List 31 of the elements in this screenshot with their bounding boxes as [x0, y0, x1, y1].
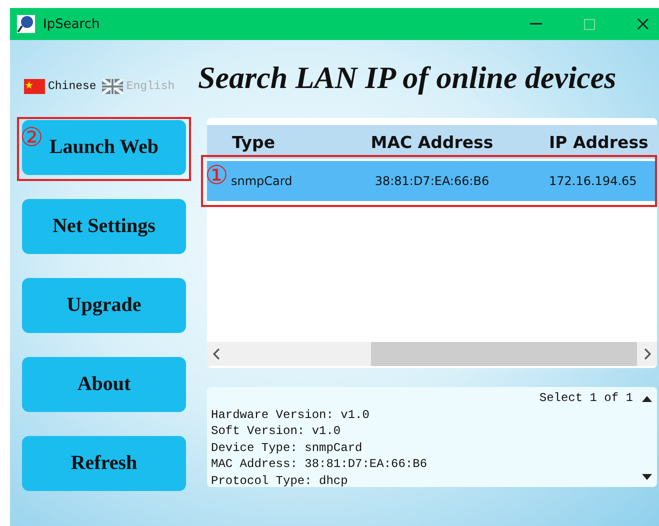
flag-icon [24, 79, 45, 94]
window-title: IpSearch [43, 16, 100, 32]
selection-counter: Select 1 of 1 [538, 390, 633, 406]
action-button[interactable]: Upgrade [22, 278, 186, 333]
info-line: Hardware Version: v1.0 [211, 406, 370, 423]
flag-icon [102, 79, 124, 94]
column-header[interactable]: IP Address [527, 132, 657, 152]
page-heading: Search LAN IP of online devices [198, 60, 616, 96]
scroll-down-icon[interactable] [641, 473, 653, 481]
close-icon[interactable] [637, 18, 649, 30]
step-number: ② [20, 125, 44, 151]
scroll-left-icon[interactable] [213, 348, 221, 360]
horizontal-scrollbar[interactable] [207, 342, 657, 366]
info-line: MAC Address: 38:81:D7:EA:66:B6 [211, 456, 428, 472]
info-line: Soft Version: v1.0 [211, 423, 342, 440]
action-button[interactable]: Refresh [22, 436, 186, 491]
info-line: Device Type: snmpCard [211, 440, 364, 456]
action-button[interactable]: About [22, 357, 186, 412]
table-cell: 38:81:D7:EA:66:B6 [374, 174, 490, 188]
action-button[interactable]: Net Settings [22, 199, 186, 254]
scroll-up-icon[interactable] [641, 395, 653, 403]
language-option[interactable]: Chinese [24, 79, 96, 94]
scroll-right-icon[interactable] [643, 348, 651, 360]
step-number: ① [205, 163, 228, 189]
table-cell: snmpCard [231, 174, 292, 188]
minimize-icon[interactable] [530, 23, 542, 25]
scrollbar-thumb[interactable] [371, 342, 637, 366]
table-cell: 172.16.194.65 [549, 174, 637, 188]
column-header[interactable]: Type [207, 132, 337, 152]
info-line: Protocol Type: dhcp [211, 472, 349, 489]
column-header[interactable]: MAC Address [337, 132, 527, 152]
